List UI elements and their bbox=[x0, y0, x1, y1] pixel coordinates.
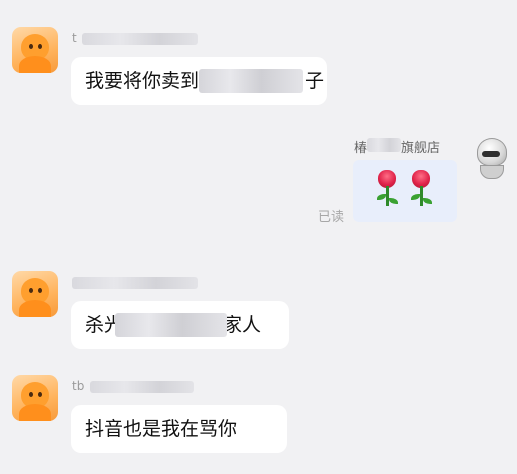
message-bubble[interactable]: 杀光 家人 bbox=[71, 301, 289, 349]
message-text: 我要将你卖到 bbox=[85, 70, 200, 92]
redacted-text bbox=[199, 69, 303, 93]
message-text-suffix: 家人 bbox=[223, 314, 262, 336]
user-avatar[interactable] bbox=[12, 375, 58, 421]
user-avatar[interactable] bbox=[12, 271, 58, 317]
rose-icon bbox=[408, 170, 434, 214]
sender-name: tb bbox=[72, 379, 85, 393]
sender-name-blurred bbox=[90, 381, 194, 393]
message-text: 抖音也是我在骂你 bbox=[85, 418, 238, 440]
redacted-text bbox=[115, 313, 227, 337]
read-status: 已读 bbox=[318, 210, 345, 225]
message-text-suffix: 子 bbox=[305, 70, 325, 92]
message-bubble[interactable]: 抖音也是我在骂你 bbox=[71, 405, 287, 453]
user-avatar[interactable] bbox=[12, 27, 58, 73]
message-bubble[interactable]: 我要将你卖到 子 bbox=[71, 57, 327, 105]
shop-name-blurred bbox=[367, 138, 401, 152]
rose-icon bbox=[374, 170, 400, 214]
shop-avatar[interactable] bbox=[474, 138, 508, 179]
sender-name: t bbox=[72, 31, 77, 45]
image-message[interactable] bbox=[353, 160, 457, 222]
sender-name-blurred bbox=[72, 277, 198, 289]
sender-name-blurred bbox=[82, 33, 198, 45]
